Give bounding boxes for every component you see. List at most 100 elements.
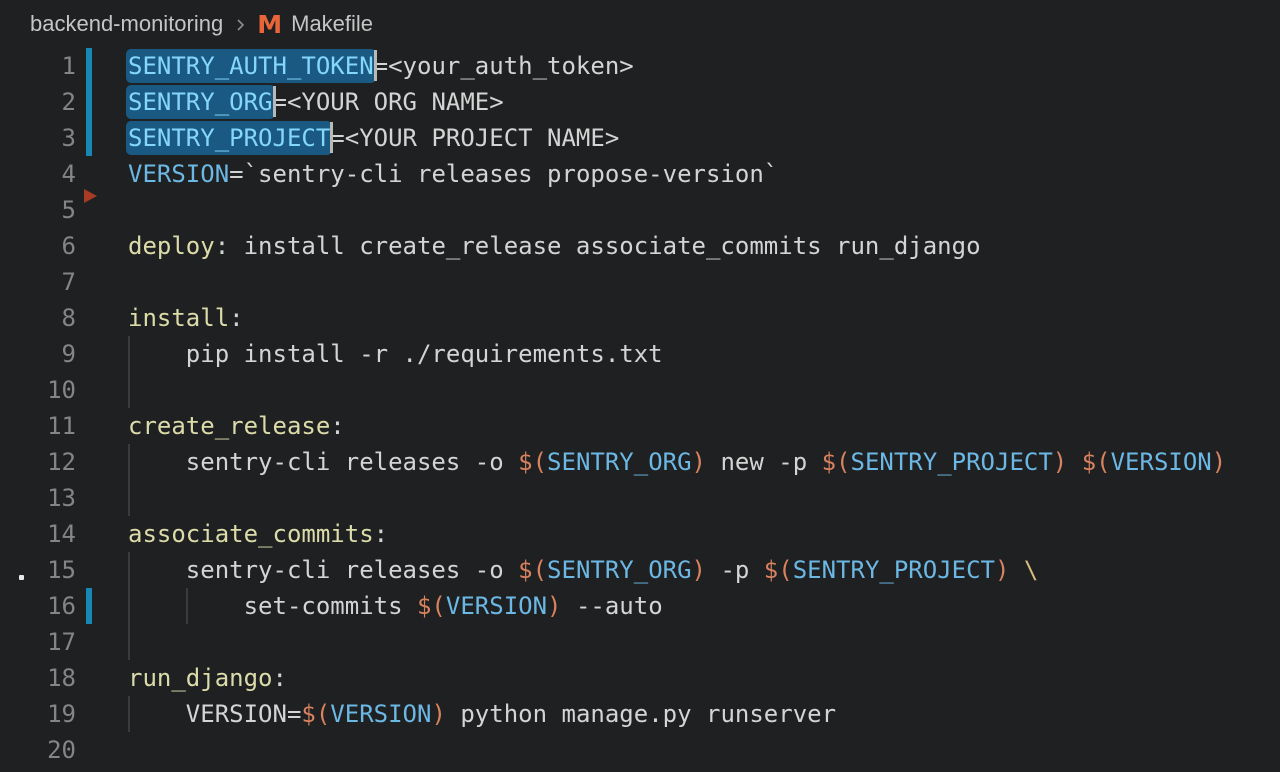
indent-guide <box>128 624 130 660</box>
code-line[interactable]: 5 <box>0 192 1280 228</box>
code-line[interactable]: 14 associate_commits: <box>0 516 1280 552</box>
breadcrumb-folder[interactable]: backend-monitoring <box>30 11 223 37</box>
code-text: run_django: <box>128 660 287 696</box>
code-text: associate_commits: <box>128 516 388 552</box>
code-text: SENTRY_ORG=<YOUR ORG NAME> <box>128 84 504 120</box>
code-line[interactable]: 10 <box>0 372 1280 408</box>
code-token: : <box>229 304 243 332</box>
code-token: : <box>374 520 388 548</box>
line-number[interactable]: 13 <box>0 480 76 516</box>
code-text: SENTRY_AUTH_TOKEN=<your_auth_token> <box>128 48 634 84</box>
code-token: $( <box>301 700 330 728</box>
code-token: sentry-cli releases -o <box>128 556 518 584</box>
code-line[interactable]: 11 create_release: <box>0 408 1280 444</box>
line-number[interactable]: 8 <box>0 300 76 336</box>
line-number[interactable]: 14 <box>0 516 76 552</box>
line-number[interactable]: 11 <box>0 408 76 444</box>
code-line[interactable]: 1 SENTRY_AUTH_TOKEN=<your_auth_token> <box>0 48 1280 84</box>
code-token: sentry-cli releases -o <box>128 448 518 476</box>
selected-token: SENTRY_AUTH_TOKEN <box>126 49 376 83</box>
editor-content: 1 SENTRY_AUTH_TOKEN=<your_auth_token> 2 SEN… <box>0 48 1280 772</box>
code-token: =<YOUR PROJECT NAME> <box>330 124 619 152</box>
text-cursor <box>330 122 333 153</box>
code-line[interactable]: 9 pip install -r ./requirements.txt <box>0 336 1280 372</box>
code-token: : <box>330 412 344 440</box>
code-token: VERSION <box>446 592 547 620</box>
modified-line-gutter-marker <box>86 84 92 120</box>
code-token: =<your_auth_token> <box>374 52 634 80</box>
code-text: sentry-cli releases -o $(SENTRY_ORG) -p … <box>128 552 1038 588</box>
code-line[interactable]: 17 <box>0 624 1280 660</box>
code-token: $( <box>417 592 446 620</box>
code-token: set-commits <box>128 592 417 620</box>
line-number[interactable]: 3 <box>0 120 76 156</box>
code-token: pip install -r ./requirements.txt <box>128 340 663 368</box>
text-cursor <box>374 50 377 81</box>
code-text: VERSION=$(VERSION) python manage.py runs… <box>128 696 836 732</box>
selected-token: SENTRY_ORG <box>126 85 275 119</box>
line-number[interactable]: 10 <box>0 372 76 408</box>
code-text: sentry-cli releases -o $(SENTRY_ORG) new… <box>128 444 1226 480</box>
line-number[interactable]: 15 <box>0 552 76 588</box>
code-token: VERSION <box>128 160 229 188</box>
code-token: ) <box>547 592 561 620</box>
line-number[interactable]: 19 <box>0 696 76 732</box>
stray-dot <box>19 575 24 580</box>
line-number[interactable]: 6 <box>0 228 76 264</box>
line-number[interactable]: 5 <box>0 192 76 228</box>
modified-line-gutter-marker <box>86 588 92 624</box>
code-lines: 1 SENTRY_AUTH_TOKEN=<your_auth_token> 2 SEN… <box>0 48 1280 768</box>
code-line[interactable]: 3SENTRY_PROJECT=<YOUR PROJECT NAME> <box>0 120 1280 156</box>
indent-guide <box>128 480 130 516</box>
code-text: pip install -r ./requirements.txt <box>128 336 663 372</box>
code-line[interactable]: 13 <box>0 480 1280 516</box>
line-number[interactable]: 7 <box>0 264 76 300</box>
code-text: set-commits $(VERSION) --auto <box>128 588 663 624</box>
code-line[interactable]: 2 SENTRY_ORG=<YOUR ORG NAME> <box>0 84 1280 120</box>
code-token: =`sentry-cli releases propose-version` <box>229 160 778 188</box>
line-number[interactable]: 4 <box>0 156 76 192</box>
line-number[interactable]: 12 <box>0 444 76 480</box>
code-token: deploy <box>128 232 215 260</box>
code-token: VERSION= <box>128 700 301 728</box>
code-line[interactable]: 18 run_django: <box>0 660 1280 696</box>
code-line[interactable]: 16 set-commits $(VERSION) --auto <box>0 588 1280 624</box>
line-number[interactable]: 1 <box>0 48 76 84</box>
line-number[interactable]: 9 <box>0 336 76 372</box>
code-token: $( <box>764 556 793 584</box>
code-token: ) <box>995 556 1009 584</box>
breadcrumb-file-label: Makefile <box>291 11 373 37</box>
code-token: ) <box>692 448 706 476</box>
code-line[interactable]: 20 <box>0 732 1280 768</box>
line-number[interactable]: 20 <box>0 732 76 768</box>
code-token: ) <box>692 556 706 584</box>
breadcrumb: backend-monitoring M Makefile <box>0 0 1280 48</box>
code-token: : <box>273 664 287 692</box>
code-token: SENTRY_ORG <box>547 448 692 476</box>
code-token: associate_commits <box>128 520 374 548</box>
code-line[interactable]: 7 <box>0 264 1280 300</box>
line-number[interactable]: 18 <box>0 660 76 696</box>
line-number[interactable]: 16 <box>0 588 76 624</box>
breadcrumb-file[interactable]: M Makefile <box>257 11 373 37</box>
code-line[interactable]: 6deploy: install create_release associat… <box>0 228 1280 264</box>
code-line[interactable]: 4 VERSION=`sentry-cli releases propose-ve… <box>0 156 1280 192</box>
code-token: SENTRY_PROJECT <box>851 448 1053 476</box>
code-line[interactable]: 12 sentry-cli releases -o $(SENTRY_ORG) … <box>0 444 1280 480</box>
code-token: $( <box>518 448 547 476</box>
code-token: $( <box>822 448 851 476</box>
code-token: -p <box>706 556 764 584</box>
line-number[interactable]: 2 <box>0 84 76 120</box>
code-editor-window: backend-monitoring M Makefile 1 SENTRY_AU… <box>0 0 1280 772</box>
code-text: create_release: <box>128 408 345 444</box>
modified-line-gutter-marker <box>86 48 92 84</box>
code-line[interactable]: 15 sentry-cli releases -o $(SENTRY_ORG) … <box>0 552 1280 588</box>
code-token: ) <box>1053 448 1067 476</box>
code-line[interactable]: 19 VERSION=$(VERSION) python manage.py r… <box>0 696 1280 732</box>
code-token: run_django <box>128 664 273 692</box>
code-line[interactable]: 8install: <box>0 300 1280 336</box>
line-number[interactable]: 17 <box>0 624 76 660</box>
code-token: SENTRY_ORG <box>547 556 692 584</box>
indent-guide <box>128 372 130 408</box>
error-marker-icon <box>84 189 97 203</box>
